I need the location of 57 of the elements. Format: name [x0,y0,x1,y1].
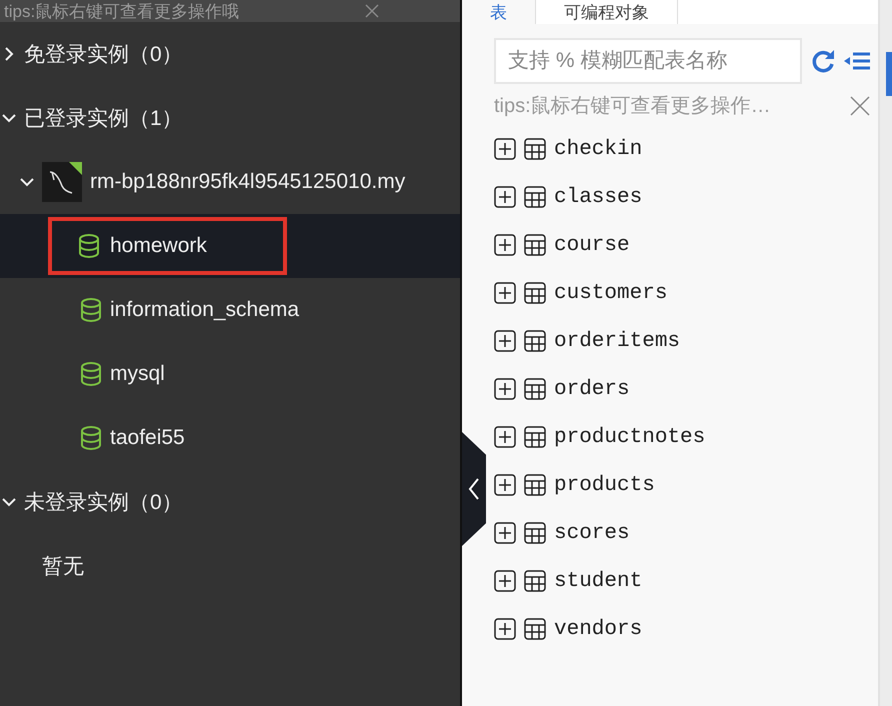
expand-icon[interactable] [494,378,516,400]
expand-icon[interactable] [494,138,516,160]
database-icon [80,426,102,450]
chevron-left-icon [468,478,480,500]
list-icon[interactable] [844,50,870,72]
tab[interactable]: 表 [462,0,536,24]
expand-icon[interactable] [494,474,516,496]
table-icon [524,522,546,544]
close-icon[interactable] [364,3,380,19]
database-item[interactable]: mysql [0,342,460,406]
table-name[interactable]: orders [554,378,630,400]
database-item[interactable]: information_schema [0,278,460,342]
database-item[interactable]: homework [0,214,460,278]
table-name[interactable]: productnotes [554,426,706,448]
expand-icon[interactable] [494,330,516,352]
table-icon [524,426,546,448]
expand-icon[interactable] [494,234,516,256]
tree-group[interactable]: 免登录实例（0） [0,22,460,86]
database-icon [78,234,100,258]
empty-text: 暂无 [42,554,84,580]
table-name[interactable]: course [554,234,630,256]
expand-icon[interactable] [494,618,516,640]
expand-icon[interactable] [494,282,516,304]
close-icon[interactable] [850,96,870,116]
table-icon [524,282,546,304]
dolphin-icon [42,162,82,202]
table-icon [524,138,546,160]
expand-icon[interactable] [494,186,516,208]
table-icon [524,570,546,592]
expand-icon[interactable] [494,522,516,544]
expand-icon[interactable] [494,426,516,448]
table-icon [524,378,546,400]
tree-group[interactable]: 未登录实例（0） [0,470,460,534]
tips-text: tips:鼠标右键可查看更多操作哦 [4,0,240,22]
table-icon [524,330,546,352]
instance-item[interactable]: rm-bp188nr95fk4l9545125010.my [0,150,460,214]
table-name[interactable]: classes [554,186,642,208]
table-name[interactable]: checkin [554,138,642,160]
table-name[interactable]: scores [554,522,630,544]
table-icon [524,234,546,256]
table-icon [524,474,546,496]
tree-group[interactable]: 已登录实例（1） [0,86,460,150]
table-name[interactable]: orderitems [554,330,680,352]
table-name[interactable]: student [554,570,642,592]
scrollbar-thumb[interactable] [886,52,892,96]
search-field[interactable]: 支持 % 模糊匹配表名称 [494,38,802,84]
database-item[interactable]: taofei55 [0,406,460,470]
expand-icon[interactable] [494,570,516,592]
tips-text: tips:鼠标右键可查看更多操作… [494,94,771,119]
database-icon [80,298,102,322]
table-name[interactable]: vendors [554,618,642,640]
table-icon [524,618,546,640]
table-name[interactable]: products [554,474,655,496]
table-icon [524,186,546,208]
table-name[interactable]: customers [554,282,668,304]
refresh-icon[interactable] [810,48,836,74]
database-icon [80,362,102,386]
